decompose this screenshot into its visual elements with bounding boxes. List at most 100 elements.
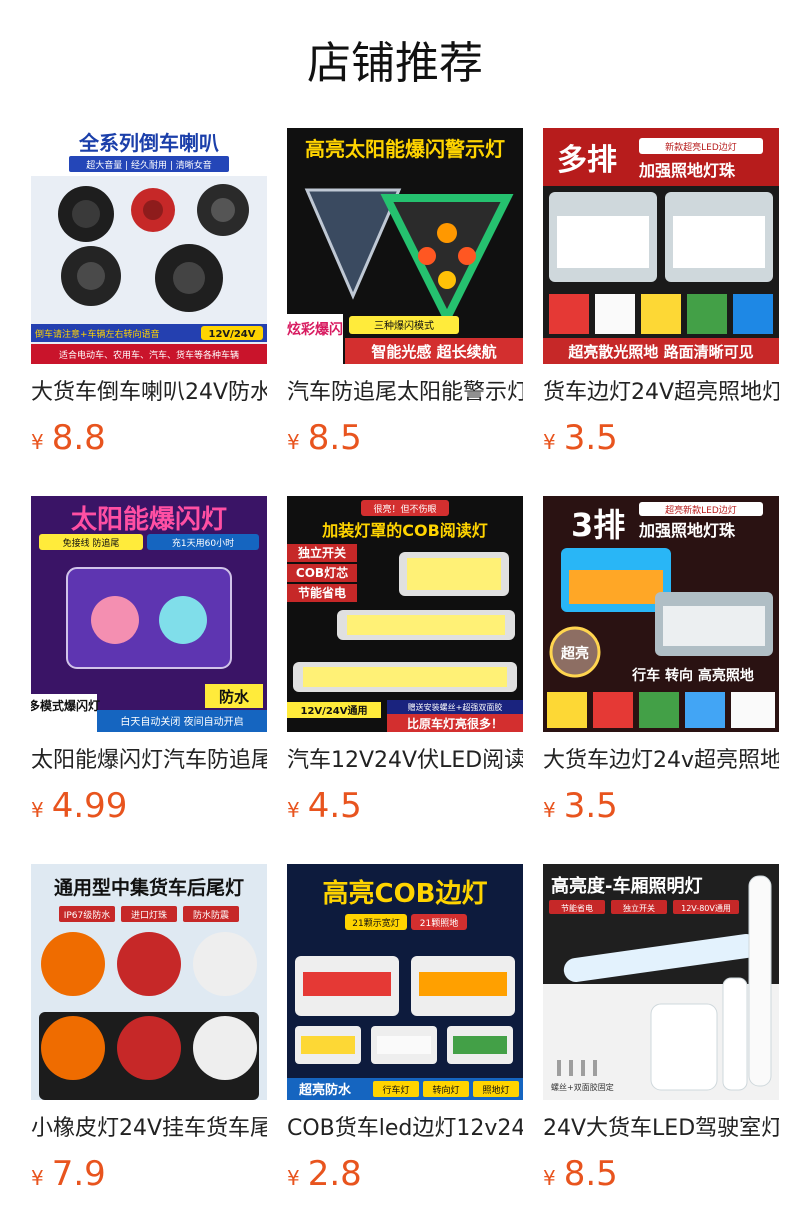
image-headline: 高亮COB边灯	[322, 878, 487, 909]
image-footer: 适合电动车、农用车、汽车、货车等各种车辆	[59, 349, 239, 361]
product-image[interactable]: 很亮！但不伤眼 加装灯罩的COB阅读灯 独立开关 COB灯芯 节能省电 12V/…	[287, 496, 523, 732]
price-value: 3.5	[563, 418, 618, 458]
product-image[interactable]: 全系列倒车喇叭 超大音量 | 经久耐用 | 清晰女音 倒车请注意+车辆左右转向语…	[31, 128, 267, 364]
product-image[interactable]: 太阳能爆闪灯 免接线 防追尾 充1天用60小时 多模式爆闪灯 防水 白天自动关闭…	[31, 496, 267, 732]
product-image[interactable]: 多排 新款超亮LED边灯 加强照地灯珠 超亮散光照地 路面清晰可见	[543, 128, 779, 364]
image-headline: 全系列倒车喇叭	[78, 131, 219, 155]
image-tag-2: 进口灯珠	[131, 909, 167, 921]
currency-symbol: ¥	[543, 430, 556, 454]
product-card[interactable]: 高亮COB边灯 21颗示宽灯 21颗照地 超亮防水 行车灯 转向灯 照地灯 CO…	[287, 864, 523, 1204]
image-tag-2: 独立开关	[623, 903, 655, 913]
image-headline: 通用型中集货车后尾灯	[54, 876, 244, 899]
product-price: ¥3.5	[543, 784, 618, 828]
image-footer: 螺丝+双面胶固定	[551, 1082, 614, 1092]
image-tag: 超亮新款LED边灯	[665, 504, 737, 516]
section-title: 店铺推荐	[307, 38, 483, 89]
image-tag-1: IP67级防水	[64, 909, 111, 921]
image-badge: 超亮	[560, 645, 589, 662]
product-name[interactable]: COB货车led边灯12v24v	[287, 1112, 523, 1146]
product-card[interactable]: 全系列倒车喇叭 超大音量 | 经久耐用 | 清晰女音 倒车请注意+车辆左右转向语…	[31, 128, 267, 468]
currency-symbol: ¥	[31, 1166, 44, 1190]
currency-symbol: ¥	[31, 430, 44, 454]
product-image[interactable]: 高亮COB边灯 21颗示宽灯 21颗照地 超亮防水 行车灯 转向灯 照地灯	[287, 864, 523, 1100]
price-value: 8.8	[51, 418, 106, 458]
image-volt: 12V/24V通用	[301, 705, 368, 717]
product-card[interactable]: 高亮太阳能爆闪警示灯 炫彩爆闪 三种爆闪模式 智能光感 超长续航 汽车防追尾太阳…	[287, 128, 523, 468]
product-name[interactable]: 汽车防追尾太阳能警示灯	[287, 376, 523, 410]
image-tag-3: 防水防震	[193, 909, 229, 921]
image-footer: 白天自动关闭 夜间自动开启	[120, 715, 243, 728]
image-sub: 加强照地灯珠	[638, 521, 736, 540]
product-price: ¥8.5	[287, 416, 362, 460]
product-price: ¥4.5	[287, 784, 362, 828]
price-value: 3.5	[563, 786, 618, 826]
image-label-2: 转向灯	[432, 1084, 459, 1096]
product-card[interactable]: 多排 新款超亮LED边灯 加强照地灯珠 超亮散光照地 路面清晰可见 货车边灯24…	[543, 128, 779, 468]
image-footer: 比原车灯亮很多！	[407, 716, 503, 731]
product-price: ¥2.8	[287, 1152, 362, 1196]
currency-symbol: ¥	[543, 1166, 556, 1190]
image-badge: 多模式爆闪灯	[31, 698, 100, 713]
image-tag-1: 21颗示宽灯	[352, 917, 399, 929]
image-footer: 超亮防水	[299, 1082, 352, 1098]
price-value: 4.99	[51, 786, 128, 826]
image-headline: 加装灯罩的COB阅读灯	[321, 521, 488, 540]
product-price: ¥3.5	[543, 416, 618, 460]
product-name[interactable]: 小橡皮灯24V挂车货车尾灯	[31, 1112, 267, 1146]
product-card[interactable]: 太阳能爆闪灯 免接线 防追尾 充1天用60小时 多模式爆闪灯 防水 白天自动关闭…	[31, 496, 267, 836]
product-price: ¥8.8	[31, 416, 106, 460]
product-image[interactable]: 通用型中集货车后尾灯 IP67级防水 进口灯珠 防水防震	[31, 864, 267, 1100]
product-name[interactable]: 24V大货车LED驾驶室灯	[543, 1112, 779, 1146]
product-price: ¥4.99	[31, 784, 127, 828]
image-tag-3: 12V-80V通用	[681, 903, 731, 913]
product-name[interactable]: 太阳能爆闪灯汽车防追尾	[31, 744, 267, 778]
price-value: 7.9	[51, 1154, 106, 1194]
currency-symbol: ¥	[287, 798, 300, 822]
price-value: 2.8	[307, 1154, 362, 1194]
image-headline: 高亮太阳能爆闪警示灯	[305, 137, 505, 161]
image-feature-1: 独立开关	[297, 545, 346, 560]
currency-symbol: ¥	[31, 798, 44, 822]
price-value: 8.5	[307, 418, 362, 458]
image-feature-2: COB灯芯	[296, 565, 348, 580]
product-image[interactable]: 高亮度-车厢照明灯 节能省电 独立开关 12V-80V通用 螺丝+双面胶固定	[543, 864, 779, 1100]
currency-symbol: ¥	[287, 1166, 300, 1190]
image-feature-3: 节能省电	[298, 585, 346, 600]
currency-symbol: ¥	[287, 430, 300, 454]
image-badge: 炫彩爆闪	[287, 321, 343, 338]
image-tag1: 免接线 防追尾	[63, 537, 120, 549]
image-top: 很亮！但不伤眼	[373, 503, 436, 515]
currency-symbol: ¥	[543, 798, 556, 822]
image-headline: 太阳能爆闪灯	[71, 504, 227, 535]
product-name[interactable]: 汽车12V24V伏LED阅读灯	[287, 744, 523, 778]
product-name[interactable]: 大货车倒车喇叭24V防水	[31, 376, 267, 410]
image-headline: 多排	[557, 143, 617, 178]
price-value: 8.5	[563, 1154, 618, 1194]
image-volt: 12V/24V	[209, 329, 256, 340]
image-footer: 智能光感 超长续航	[371, 343, 496, 361]
image-tags: 超大音量 | 经久耐用 | 清晰女音	[86, 159, 212, 171]
product-image[interactable]: 高亮太阳能爆闪警示灯 炫彩爆闪 三种爆闪模式 智能光感 超长续航	[287, 128, 523, 364]
image-footer: 行车 转向 高亮照地	[631, 667, 754, 684]
product-price: ¥7.9	[31, 1152, 106, 1196]
image-headline: 高亮度-车厢照明灯	[551, 875, 702, 897]
image-tag-1: 节能省电	[561, 903, 593, 913]
product-image[interactable]: 3排 超亮新款LED边灯 加强照地灯珠 超亮 行车 转向 高亮照地	[543, 496, 779, 732]
image-tag-2: 21颗照地	[420, 917, 458, 929]
image-banner: 倒车请注意+车辆左右转向语音	[35, 328, 160, 340]
image-gift: 赠送安装螺丝+超强双面胶	[408, 702, 503, 712]
store-recommend-section: 店铺推荐 全系列倒车喇叭 超大音量 | 经久耐用 | 清晰女音 倒车请注意+车辆…	[0, 0, 790, 1232]
product-card[interactable]: 高亮度-车厢照明灯 节能省电 独立开关 12V-80V通用 螺丝+双面胶固定 2…	[543, 864, 779, 1204]
product-card[interactable]: 很亮！但不伤眼 加装灯罩的COB阅读灯 独立开关 COB灯芯 节能省电 12V/…	[287, 496, 523, 836]
product-name[interactable]: 大货车边灯24v超亮照地灯	[543, 744, 779, 778]
image-sub: 加强照地灯珠	[638, 161, 736, 180]
product-price: ¥8.5	[543, 1152, 618, 1196]
product-card[interactable]: 通用型中集货车后尾灯 IP67级防水 进口灯珠 防水防震 小橡皮灯24V挂车货车…	[31, 864, 267, 1204]
product-name[interactable]: 货车边灯24V超亮照地灯	[543, 376, 779, 410]
product-card[interactable]: 3排 超亮新款LED边灯 加强照地灯珠 超亮 行车 转向 高亮照地 大货车边灯2…	[543, 496, 779, 836]
image-label-1: 行车灯	[382, 1084, 409, 1096]
image-tag2: 充1天用60小时	[172, 537, 234, 549]
image-footer: 超亮散光照地 路面清晰可见	[567, 343, 753, 361]
image-waterproof: 防水	[219, 688, 250, 706]
price-value: 4.5	[307, 786, 362, 826]
